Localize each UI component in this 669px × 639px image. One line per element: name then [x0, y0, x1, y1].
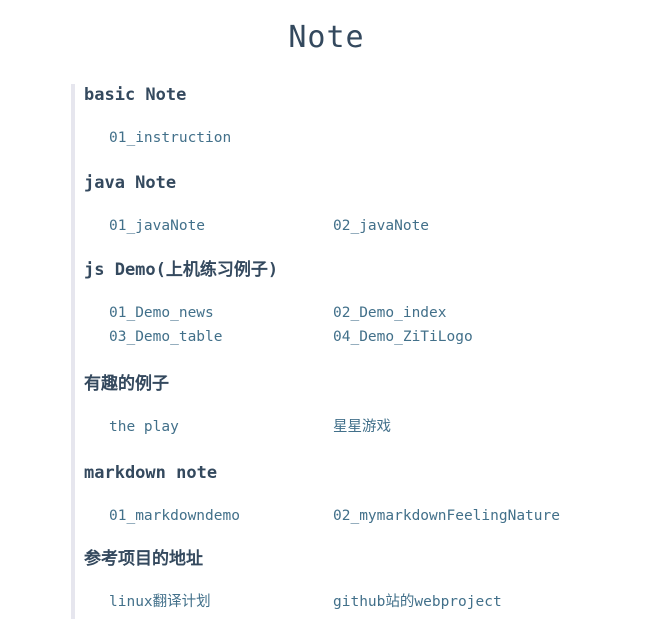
section-title: 有趣的例子: [84, 374, 169, 394]
link-list: linux翻译计划 github站的webproject: [84, 592, 629, 612]
link-github-webproject[interactable]: github站的webproject: [333, 592, 593, 612]
link-java-note-2[interactable]: 02_javaNote: [333, 216, 593, 236]
section-title: js Demo(上机练习例子): [84, 260, 279, 280]
page-title: Note: [288, 20, 365, 55]
note-index-blockquote: basic Note 01_instruction java Note 01_j…: [71, 84, 631, 619]
section-title: java Note: [84, 173, 177, 193]
section-title: basic Note: [84, 85, 187, 105]
link-demo-index[interactable]: 02_Demo_index: [333, 303, 593, 323]
link-list: the play 星星游戏: [84, 417, 629, 437]
section-reference-projects: 参考项目的地址 linux翻译计划 github站的webproject: [84, 548, 502, 610]
section-title: 参考项目的地址: [84, 549, 203, 569]
link-star-game[interactable]: 星星游戏: [333, 417, 593, 437]
link-demo-news[interactable]: 01_Demo_news: [109, 303, 333, 323]
link-list: 01_javaNote 02_javaNote: [84, 216, 629, 236]
link-instruction[interactable]: 01_instruction: [109, 128, 333, 148]
section-basic-note: basic Note 01_instruction: [84, 84, 231, 146]
section-markdown-note: markdown note 01_markdowndemo 02_mymarkd…: [84, 462, 560, 524]
section-fun-examples: 有趣的例子 the play 星星游戏: [84, 373, 391, 435]
link-markdown-demo[interactable]: 01_markdowndemo: [109, 506, 333, 526]
link-java-note-1[interactable]: 01_javaNote: [109, 216, 333, 236]
link-demo-zitilogo[interactable]: 04_Demo_ZiTiLogo: [333, 327, 593, 347]
link-list: 01_Demo_news 02_Demo_index 03_Demo_table…: [84, 303, 629, 347]
link-the-play[interactable]: the play: [109, 417, 333, 437]
link-demo-table[interactable]: 03_Demo_table: [109, 327, 333, 347]
link-list: 01_markdowndemo 02_mymarkdownFeelingNatu…: [84, 506, 629, 526]
section-js-demo: js Demo(上机练习例子) 01_Demo_news 02_Demo_ind…: [84, 259, 473, 345]
section-title: markdown note: [84, 463, 218, 483]
section-java-note: java Note 01_javaNote 02_javaNote: [84, 172, 429, 234]
link-markdown-feeling-nature[interactable]: 02_mymarkdownFeelingNature: [333, 506, 593, 526]
link-list: 01_instruction: [84, 128, 629, 148]
link-linux-translation[interactable]: linux翻译计划: [109, 592, 333, 612]
